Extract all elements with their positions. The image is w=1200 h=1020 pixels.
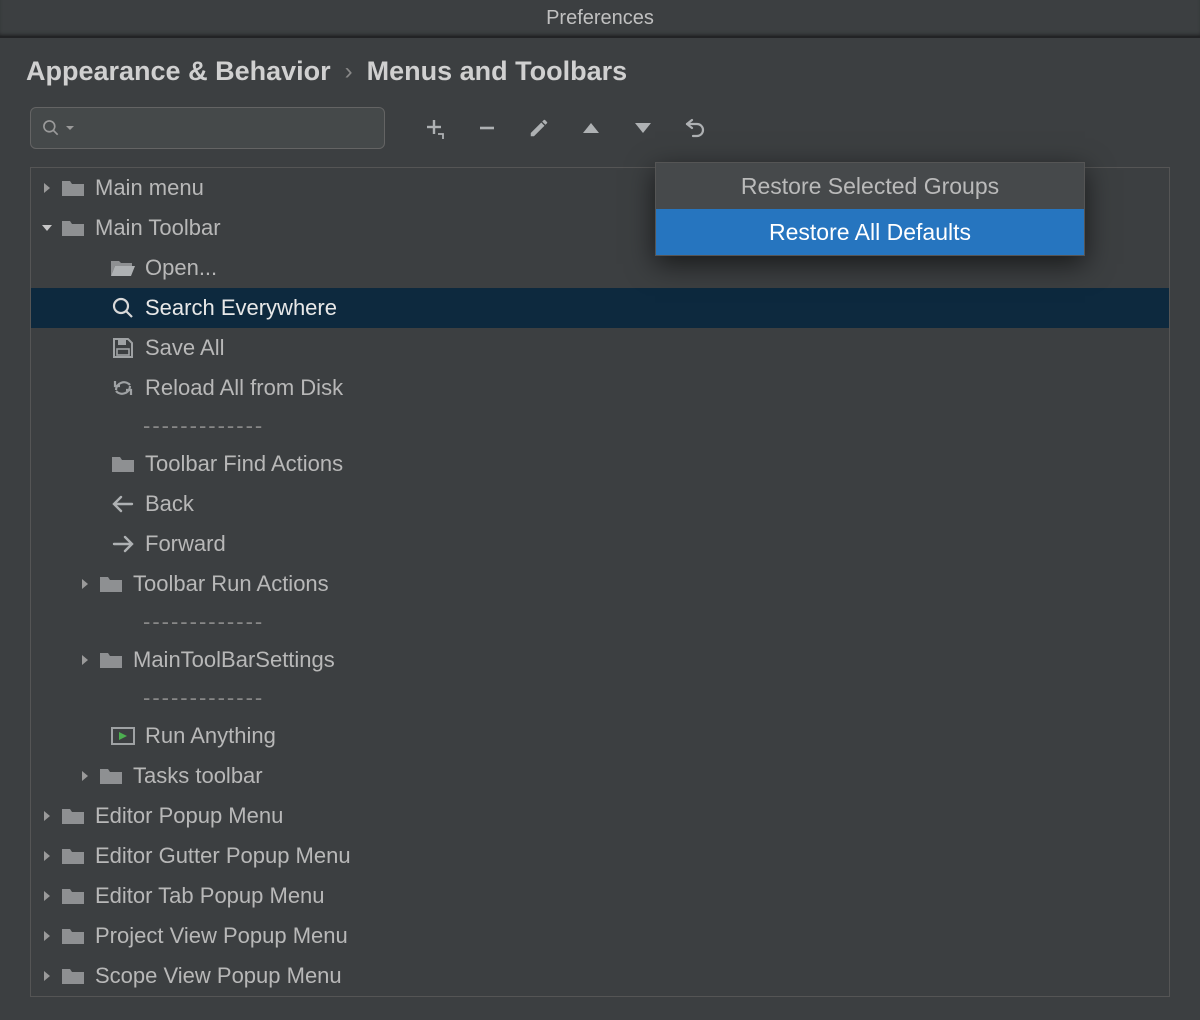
tree-item-reload-all[interactable]: Reload All from Disk: [31, 368, 1169, 408]
folder-icon: [59, 922, 87, 950]
tree-separator: -------------: [31, 408, 1169, 444]
folder-icon: [97, 570, 125, 598]
restore-button[interactable]: [671, 107, 719, 149]
popup-item-label: Restore All Defaults: [769, 219, 971, 246]
expand-arrow-icon[interactable]: [35, 924, 59, 948]
tree-item-label: Toolbar Run Actions: [133, 571, 329, 597]
dropdown-caret-icon: [65, 123, 75, 133]
collapse-arrow-icon[interactable]: [35, 216, 59, 240]
tree-item-label: Forward: [145, 531, 226, 557]
folder-icon: [59, 962, 87, 990]
tree-item-label: Editor Tab Popup Menu: [95, 883, 325, 909]
tree-item-label: MainToolBarSettings: [133, 647, 335, 673]
tree-item-tasks-toolbar[interactable]: Tasks toolbar: [31, 756, 1169, 796]
move-down-button[interactable]: [619, 107, 667, 149]
pencil-icon: [528, 117, 550, 139]
tree-item-label: Reload All from Disk: [145, 375, 343, 401]
move-up-button[interactable]: [567, 107, 615, 149]
folder-icon: [59, 174, 87, 202]
save-icon: [109, 334, 137, 362]
tree-item-editor-popup[interactable]: Editor Popup Menu: [31, 796, 1169, 836]
plus-icon: [423, 116, 447, 140]
open-folder-icon: [109, 254, 137, 282]
tree-item-maintoolbarsettings[interactable]: MainToolBarSettings: [31, 640, 1169, 680]
folder-icon: [59, 802, 87, 830]
expand-arrow-icon[interactable]: [73, 764, 97, 788]
tree-item-forward[interactable]: Forward: [31, 524, 1169, 564]
breadcrumb-category[interactable]: Appearance & Behavior: [26, 56, 331, 87]
expand-arrow-icon[interactable]: [73, 648, 97, 672]
reload-icon: [109, 374, 137, 402]
breadcrumb: Appearance & Behavior › Menus and Toolba…: [0, 38, 1200, 99]
folder-icon: [97, 646, 125, 674]
remove-button[interactable]: [463, 107, 511, 149]
expand-arrow-icon[interactable]: [35, 176, 59, 200]
tree-item-label: Scope View Popup Menu: [95, 963, 342, 989]
run-anything-icon: [109, 722, 137, 750]
edit-button[interactable]: [515, 107, 563, 149]
menu-tree[interactable]: Main menu Main Toolbar Open... Search Ev…: [30, 167, 1170, 997]
arrow-left-icon: [109, 490, 137, 518]
popup-item-label: Restore Selected Groups: [741, 173, 999, 200]
tree-separator: -------------: [31, 604, 1169, 640]
tree-item-label: Open...: [145, 255, 217, 281]
tree-item-run-anything[interactable]: Run Anything: [31, 716, 1169, 756]
minus-icon: [476, 117, 498, 139]
tree-item-label: Editor Popup Menu: [95, 803, 283, 829]
tree-item-label: Main menu: [95, 175, 204, 201]
folder-icon: [109, 450, 137, 478]
tree-item-label: Editor Gutter Popup Menu: [95, 843, 351, 869]
tree-item-run-actions[interactable]: Toolbar Run Actions: [31, 564, 1169, 604]
titlebar: Preferences: [0, 0, 1200, 38]
expand-arrow-icon[interactable]: [35, 964, 59, 988]
tree-item-find-actions[interactable]: Toolbar Find Actions: [31, 444, 1169, 484]
search-icon: [109, 294, 137, 322]
triangle-down-icon: [632, 121, 654, 135]
breadcrumb-page: Menus and Toolbars: [367, 56, 628, 87]
search-icon: [41, 118, 61, 138]
expand-arrow-icon[interactable]: [35, 844, 59, 868]
tree-item-editor-gutter-popup[interactable]: Editor Gutter Popup Menu: [31, 836, 1169, 876]
triangle-up-icon: [580, 121, 602, 135]
tree-item-label: Save All: [145, 335, 225, 361]
tree-item-project-view-popup[interactable]: Project View Popup Menu: [31, 916, 1169, 956]
popup-item-restore-selected[interactable]: Restore Selected Groups: [656, 163, 1084, 209]
folder-icon: [59, 214, 87, 242]
expand-arrow-icon[interactable]: [73, 572, 97, 596]
toolbar: [0, 99, 1200, 163]
popup-item-restore-all[interactable]: Restore All Defaults: [656, 209, 1084, 255]
folder-icon: [97, 762, 125, 790]
search-box[interactable]: [30, 107, 385, 149]
undo-icon: [683, 116, 707, 140]
restore-popup: Restore Selected Groups Restore All Defa…: [655, 162, 1085, 256]
add-button[interactable]: [411, 107, 459, 149]
tree-item-label: Search Everywhere: [145, 295, 337, 321]
expand-arrow-icon[interactable]: [35, 884, 59, 908]
tree-item-label: Tasks toolbar: [133, 763, 263, 789]
folder-icon: [59, 842, 87, 870]
tree-item-label: Run Anything: [145, 723, 276, 749]
tree-item-back[interactable]: Back: [31, 484, 1169, 524]
tree-separator: -------------: [31, 680, 1169, 716]
tree-item-label: Main Toolbar: [95, 215, 221, 241]
window-title: Preferences: [546, 7, 654, 30]
tree-item-save-all[interactable]: Save All: [31, 328, 1169, 368]
tree-item-label: Project View Popup Menu: [95, 923, 348, 949]
arrow-right-icon: [109, 530, 137, 558]
chevron-right-icon: ›: [345, 58, 353, 86]
tree-item-label: Back: [145, 491, 194, 517]
folder-icon: [59, 882, 87, 910]
expand-arrow-icon[interactable]: [35, 804, 59, 828]
tree-item-scope-view-popup[interactable]: Scope View Popup Menu: [31, 956, 1169, 996]
tree-item-label: Toolbar Find Actions: [145, 451, 343, 477]
tree-item-editor-tab-popup[interactable]: Editor Tab Popup Menu: [31, 876, 1169, 916]
search-input[interactable]: [79, 118, 374, 139]
tree-item-search-everywhere[interactable]: Search Everywhere: [31, 288, 1169, 328]
